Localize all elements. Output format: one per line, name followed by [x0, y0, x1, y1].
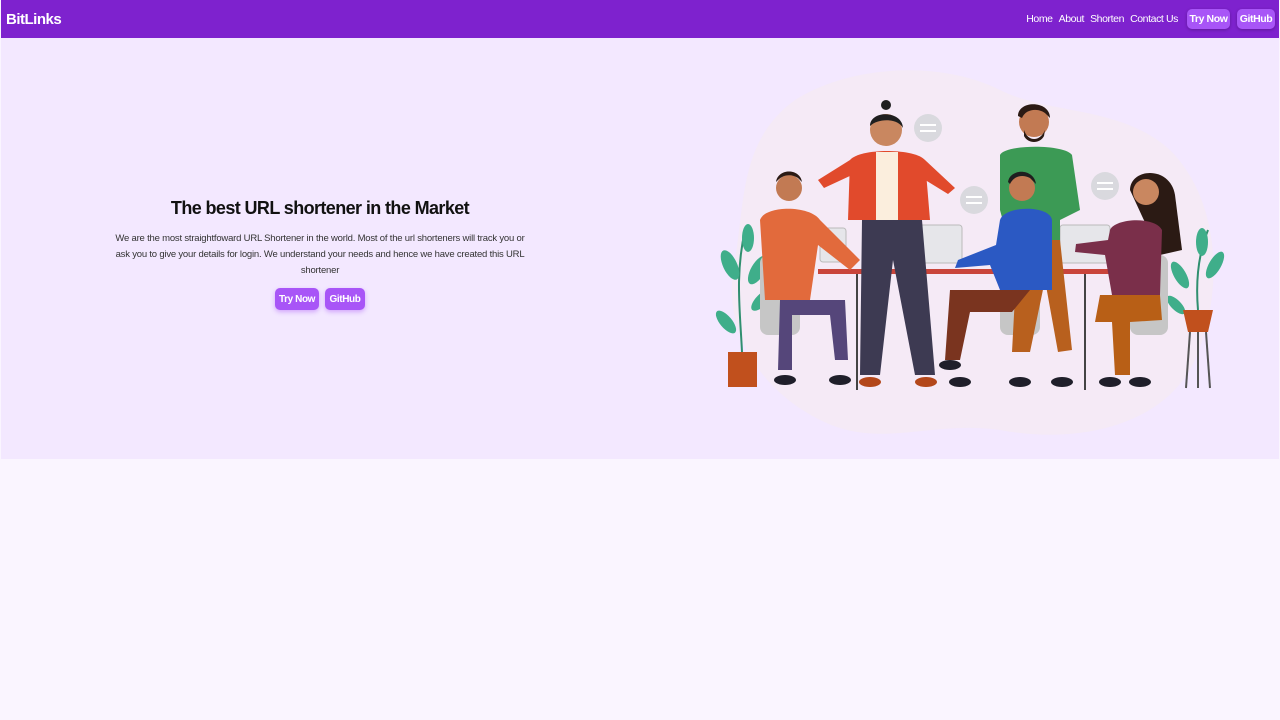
hero-text-block: The best URL shortener in the Market We …: [115, 198, 525, 310]
team-meeting-illustration: [715, 70, 1225, 435]
speech-bubble-icon: [960, 186, 988, 214]
nav-link-home[interactable]: Home: [1026, 13, 1053, 25]
hero-description: We are the most straightfoward URL Short…: [115, 233, 525, 276]
hero-title: The best URL shortener in the Market: [170, 198, 470, 218]
hero-try-now-button[interactable]: Try Now: [275, 288, 319, 310]
nav-menu: Home About Shorten Contact Us Try Now Gi…: [1026, 9, 1275, 29]
nav-github-button[interactable]: GitHub: [1237, 9, 1275, 29]
navbar: BitLinks Home About Shorten Contact Us T…: [1, 0, 1279, 38]
speech-bubble-icon: [914, 114, 942, 142]
nav-link-shorten[interactable]: Shorten: [1090, 13, 1124, 25]
hero-buttons: Try Now GitHub: [115, 288, 525, 310]
nav-try-now-button[interactable]: Try Now: [1187, 9, 1230, 29]
speech-bubble-icon: [1091, 172, 1119, 200]
brand-logo[interactable]: BitLinks: [6, 11, 62, 28]
nav-link-about[interactable]: About: [1059, 13, 1085, 25]
hero-github-button[interactable]: GitHub: [325, 288, 365, 310]
nav-link-contact[interactable]: Contact Us: [1130, 13, 1178, 25]
